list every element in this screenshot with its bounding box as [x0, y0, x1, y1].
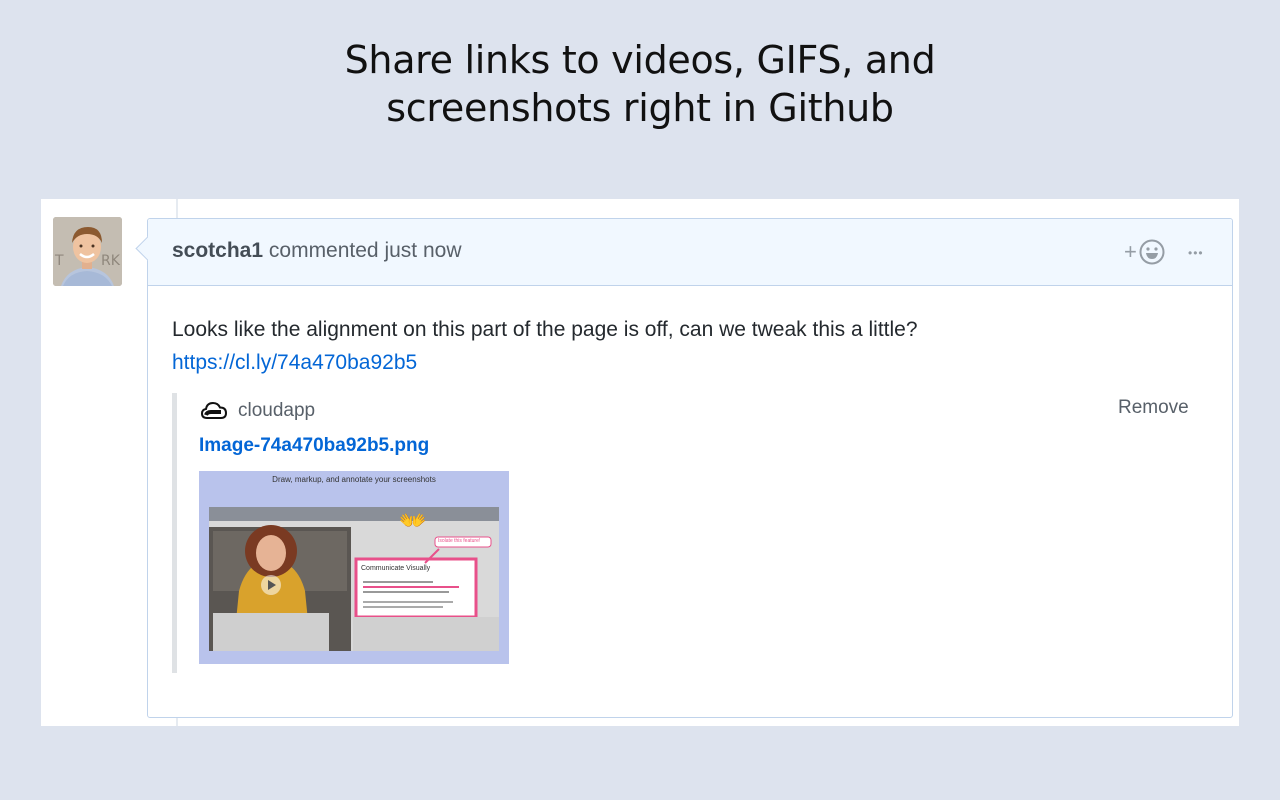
embed-thumbnail[interactable]: Draw, markup, and annotate your screensh… — [199, 471, 509, 664]
svg-text:RK: RK — [101, 253, 121, 269]
svg-text:👐: 👐 — [399, 509, 426, 534]
ellipsis-icon: ••• — [1188, 246, 1204, 260]
headline-line-2: screenshots right in Github — [386, 86, 894, 130]
comment-link[interactable]: https://cl.ly/74a470ba92b5 — [172, 346, 417, 379]
link-embed: cloudapp Remove Image-74a470ba92b5.png D… — [172, 393, 1197, 673]
embed-provider-name: cloudapp — [238, 400, 316, 421]
comment-box: scotcha1 commented just now + ••• Looks … — [135, 218, 1233, 718]
github-comment-panel: T RK scotcha1 commented just now + ••• L… — [41, 199, 1239, 726]
embed-provider: cloudapp — [201, 400, 315, 422]
cloud-icon — [201, 401, 227, 419]
comment-body: Looks like the alignment on this part of… — [172, 313, 1202, 673]
thumbnail-illustration: 👐 — [209, 507, 499, 651]
comment-text: Looks like the alignment on this part of… — [172, 318, 918, 341]
comment-header-text: scotcha1 commented just now — [172, 239, 461, 263]
svg-text:T: T — [54, 253, 64, 269]
comment-header: scotcha1 commented just now + ••• — [148, 219, 1232, 286]
comment-action: commented just now — [268, 239, 462, 262]
remove-button[interactable]: Remove — [1118, 397, 1189, 419]
reaction-plus: + — [1124, 239, 1137, 264]
add-reaction-button[interactable]: + — [1124, 238, 1174, 266]
headline: Share links to videos, GIFS, and screens… — [0, 36, 1280, 132]
more-options-button[interactable]: ••• — [1188, 236, 1212, 264]
comment-author[interactable]: scotcha1 — [172, 239, 263, 262]
embed-title-link[interactable]: Image-74a470ba92b5.png — [199, 435, 429, 457]
headline-line-1: Share links to videos, GIFS, and — [344, 38, 936, 82]
smiley-icon — [1139, 239, 1165, 265]
thumbnail-callout: Isolate this feature! — [438, 538, 481, 544]
avatar[interactable]: T RK — [53, 217, 122, 286]
thumbnail-card-title: Communicate Visually — [361, 565, 431, 572]
